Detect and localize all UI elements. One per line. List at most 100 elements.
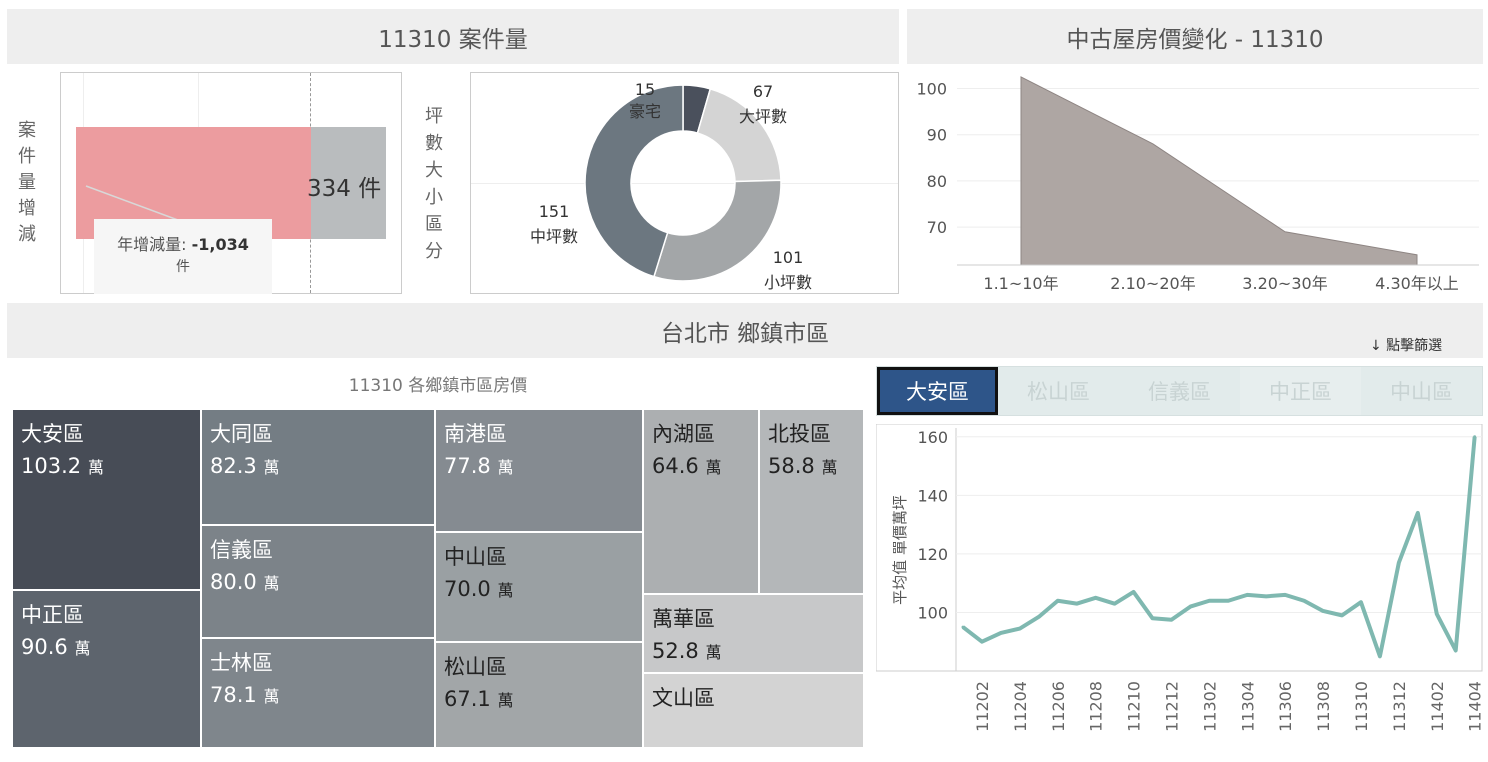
y-tick-label: 100 [916, 79, 947, 98]
donut-slice-small[interactable] [653, 179, 782, 282]
price-data-point[interactable] [1113, 602, 1117, 606]
x-tick-label: 11310 [1352, 681, 1371, 732]
district-treemap[interactable]: 大安區 103.2 萬 中正區 90.6 萬 大同區 82.3 萬 信義區 80.0 萬… [12, 409, 864, 748]
donut-label-medium: 151 中坪數 [530, 202, 579, 246]
y-tick-label: 120 [917, 545, 948, 564]
price-data-point[interactable] [980, 640, 984, 644]
case-change-label: 案件量增減 [18, 120, 36, 245]
area-series[interactable] [1020, 76, 1418, 266]
case-volume-title: 11310 案件量 [378, 26, 528, 53]
tooltip-value: -1,034 [191, 235, 249, 254]
y-tick-label: 70 [927, 218, 947, 237]
treemap-cell-datong[interactable]: 大同區 82.3 萬 [201, 409, 435, 525]
price-data-point[interactable] [1378, 654, 1382, 658]
x-tick-label: 11304 [1238, 681, 1257, 732]
treemap-cell-wenshan[interactable]: 文山區 [643, 673, 864, 748]
price-data-point[interactable] [1416, 511, 1420, 515]
treemap-cell-wanhua[interactable]: 萬華區 52.8 萬 [643, 594, 864, 673]
tooltip: 年增減量: -1,034 件 [94, 219, 272, 294]
tooltip-label: 年增減量: [117, 235, 192, 254]
x-tick-label: 11202 [973, 681, 992, 732]
x-tick-label: 11312 [1390, 681, 1409, 732]
treemap-cell-xinyi[interactable]: 信義區 80.0 萬 [201, 525, 435, 638]
price-data-point[interactable] [1264, 594, 1268, 598]
price-data-point[interactable] [1151, 616, 1154, 620]
x-tick-label: 11402 [1428, 681, 1447, 732]
x-tick-label: 11206 [1049, 681, 1068, 732]
size-category-panel[interactable]: 15 豪宅 67 大坪數 101 小坪數 151 中坪數 [470, 72, 899, 294]
price-data-point[interactable] [1075, 602, 1079, 606]
price-data-point[interactable] [1435, 612, 1439, 616]
filter-tab-xinyi[interactable]: 信義區 [1119, 367, 1240, 415]
y-tick-label: 140 [917, 486, 948, 505]
price-data-point[interactable] [1188, 605, 1192, 609]
x-tick-label: 11212 [1162, 681, 1181, 732]
size-category-label: 坪數大小區分 [425, 106, 443, 262]
price-change-title: 中古屋房價變化 - 11310 [1066, 26, 1324, 53]
x-tick-label: 2.10~20年 [1110, 274, 1195, 293]
price-data-point[interactable] [1340, 613, 1344, 617]
price-data-point[interactable] [1454, 649, 1458, 653]
y-tick-label: 90 [927, 126, 947, 145]
price-data-point[interactable] [1359, 600, 1363, 604]
price-data-point[interactable] [1037, 615, 1041, 619]
x-tick-label: 11302 [1200, 681, 1219, 732]
price-data-point[interactable] [1397, 561, 1401, 565]
x-tick-label: 3.20~30年 [1242, 274, 1327, 293]
y-tick-label: 80 [927, 172, 947, 191]
price-change-area-chart[interactable]: 100 90 80 70 1.1~10年 2.10~20年 3.20~30年 4.30年以上 [907, 70, 1483, 298]
x-tick-label: 4.30年以上 [1375, 274, 1459, 293]
x-tick-label: 11306 [1276, 681, 1295, 732]
tooltip-unit: 件 [176, 259, 190, 275]
price-data-point[interactable] [1226, 599, 1230, 603]
price-data-point[interactable] [1283, 593, 1287, 597]
donut-label-small: 101 小坪數 [764, 248, 813, 292]
treemap-cell-beitou[interactable]: 北投區 58.8 萬 [759, 409, 864, 594]
donut-label-luxury: 15 豪宅 [629, 80, 662, 121]
treemap-cell-daan[interactable]: 大安區 103.2 萬 [12, 409, 201, 590]
price-data-point[interactable] [1094, 596, 1098, 600]
price-data-point[interactable] [1018, 627, 1022, 631]
treemap-title: 11310 各鄉鎮市區房價 [348, 376, 528, 396]
price-change-header: 中古屋房價變化 - 11310 [907, 9, 1483, 64]
donut-label-large: 67 大坪數 [739, 82, 788, 126]
price-data-point[interactable] [1321, 609, 1325, 613]
chart-frame [876, 424, 1483, 672]
filter-tab-zhongshan[interactable]: 中山區 [1361, 367, 1482, 415]
price-data-point[interactable] [999, 631, 1003, 635]
price-trend-line-chart[interactable]: 160 140 120 100 平均值 單價萬坪 11202 11204 11206 11208… [876, 424, 1483, 758]
filter-tab-daan[interactable]: 大安區 [877, 367, 998, 415]
filter-hint: ↓ 點擊篩選 [1370, 338, 1443, 354]
filter-tab-zhongzheng[interactable]: 中正區 [1240, 367, 1361, 415]
city-title: 台北市 鄉鎮市區 [660, 320, 830, 347]
price-data-point[interactable] [1056, 599, 1060, 603]
x-tick-label: 11308 [1314, 681, 1333, 732]
price-data-point[interactable] [1245, 593, 1249, 597]
price-data-point[interactable] [1132, 590, 1136, 594]
y-tick-label: 100 [917, 603, 948, 622]
x-tick-label: 1.1~10年 [983, 274, 1058, 293]
price-series-line[interactable] [961, 436, 1477, 659]
x-tick-label: 11208 [1087, 681, 1106, 732]
treemap-cell-songshan[interactable]: 松山區 67.1 萬 [435, 642, 643, 748]
x-tick-label: 11404 [1466, 681, 1483, 732]
treemap-cell-zhongzheng[interactable]: 中正區 90.6 萬 [12, 590, 201, 748]
city-header: 台北市 鄉鎮市區 [7, 303, 1483, 358]
x-tick-label: 11210 [1125, 681, 1144, 732]
treemap-cell-zhongshan[interactable]: 中山區 70.0 萬 [435, 532, 643, 642]
case-change-panel[interactable]: 334 件 年增減量: -1,034 件 [60, 72, 402, 294]
y-tick-label: 160 [917, 428, 948, 447]
treemap-cell-shilin[interactable]: 士林區 78.1 萬 [201, 638, 435, 748]
y-axis-label: 平均值 單價萬坪 [891, 495, 909, 605]
case-volume-header: 11310 案件量 [7, 9, 899, 64]
price-data-point[interactable] [1169, 618, 1173, 622]
treemap-cell-nangang[interactable]: 南港區 77.8 萬 [435, 409, 643, 532]
price-data-point[interactable] [1302, 599, 1306, 603]
donut-chart[interactable] [471, 73, 898, 293]
price-data-point[interactable] [961, 625, 965, 629]
price-data-point[interactable] [1207, 599, 1211, 603]
filter-tab-songshan[interactable]: 松山區 [998, 367, 1119, 415]
price-data-point[interactable] [1473, 435, 1477, 439]
x-tick-label: 11204 [1011, 681, 1030, 732]
treemap-cell-neihu[interactable]: 內湖區 64.6 萬 [643, 409, 759, 594]
